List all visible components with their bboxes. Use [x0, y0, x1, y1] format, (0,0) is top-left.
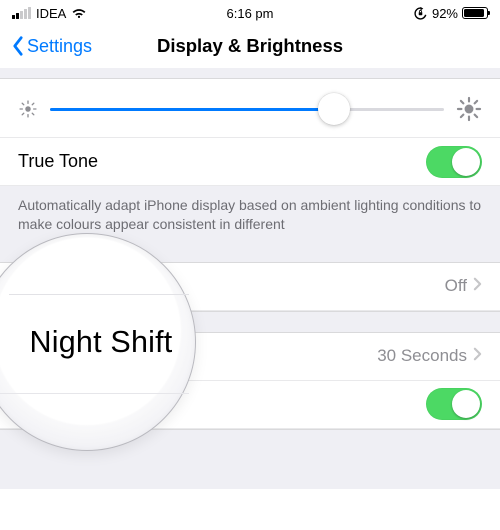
section-separator [0, 68, 500, 79]
brightness-high-icon [456, 96, 482, 122]
cell-signal-icon [12, 7, 31, 19]
true-tone-label: True Tone [18, 151, 98, 172]
raise-to-wake-switch[interactable] [426, 388, 482, 420]
back-label: Settings [27, 36, 92, 57]
battery-pct-label: 92% [432, 6, 458, 21]
nav-bar: Settings Display & Brightness [0, 24, 500, 68]
true-tone-switch[interactable] [426, 146, 482, 178]
page-title: Display & Brightness [157, 35, 343, 57]
brightness-slider[interactable] [50, 93, 444, 125]
chevron-right-icon [473, 346, 482, 366]
orientation-lock-icon [413, 6, 428, 21]
chevron-left-icon [10, 35, 25, 57]
back-button[interactable]: Settings [10, 24, 92, 68]
chevron-right-icon [473, 276, 482, 296]
night-shift-value: Off [445, 276, 467, 296]
magnifier-label: Night Shift [2, 325, 173, 360]
auto-lock-value: 30 Seconds [377, 346, 467, 366]
slider-thumb[interactable] [318, 93, 350, 125]
status-bar: IDEA 6:16 pm 92% [0, 0, 500, 24]
true-tone-row: True Tone [0, 138, 500, 186]
brightness-low-icon [18, 99, 38, 119]
battery-icon [462, 7, 488, 19]
brightness-row [0, 79, 500, 138]
wifi-icon [71, 7, 87, 19]
carrier-label: IDEA [36, 6, 66, 21]
